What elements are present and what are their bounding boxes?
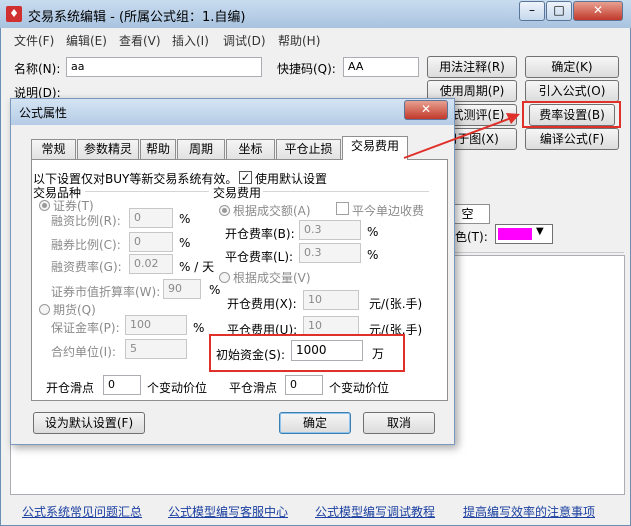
arrow-line <box>403 116 515 159</box>
red-arrow-annotation <box>403 113 520 159</box>
